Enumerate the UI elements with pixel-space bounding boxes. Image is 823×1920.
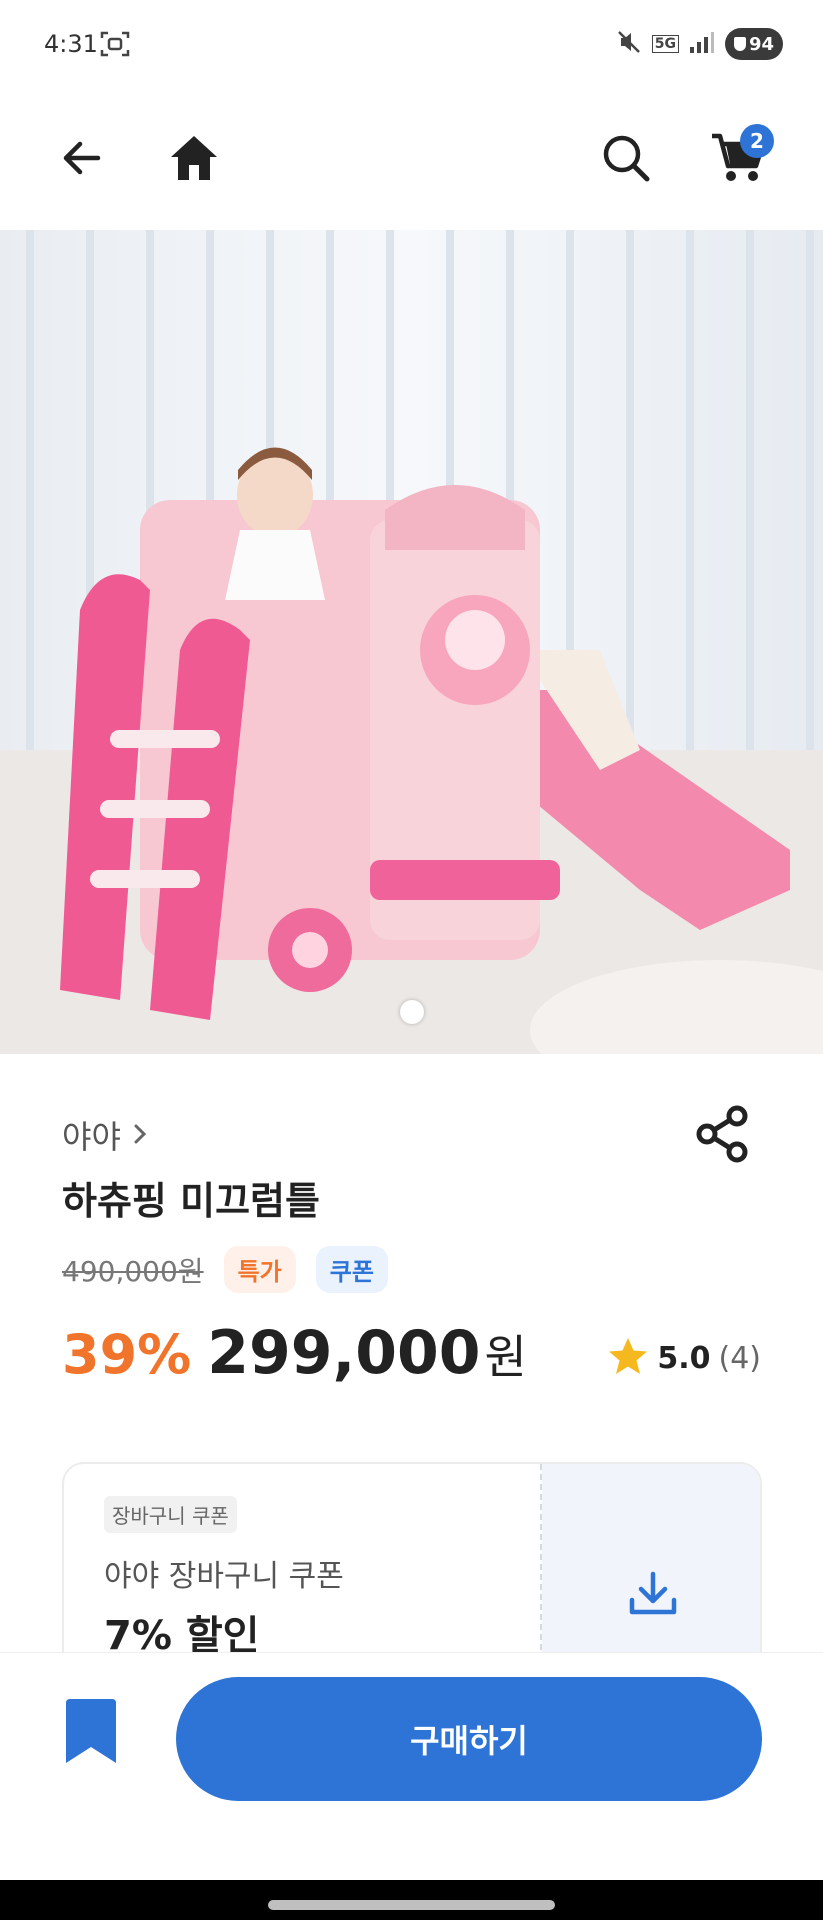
home-button[interactable]	[162, 128, 226, 192]
brand-name: 야야	[62, 1118, 121, 1156]
share-button[interactable]	[693, 1104, 753, 1164]
coupon-card: 장바구니 쿠폰 야야 장바구니 쿠폰 7% 할인	[62, 1462, 762, 1672]
status-icons: 5G 94	[616, 28, 783, 60]
coupon-details: 장바구니 쿠폰 야야 장바구니 쿠폰 7% 할인	[64, 1464, 542, 1670]
search-icon	[600, 132, 652, 188]
sale-price: 299,000	[207, 1318, 481, 1388]
battery-level: 94	[748, 33, 775, 55]
mute-icon	[616, 29, 642, 59]
share-icon	[693, 1105, 753, 1168]
bottom-action-bar: 구매하기	[0, 1652, 823, 1880]
carousel-indicator-dot	[400, 1000, 424, 1024]
special-price-tag: 특가	[223, 1246, 296, 1293]
coupon-name: 야야 장바구니 쿠폰	[104, 1559, 344, 1594]
home-icon	[168, 133, 220, 187]
back-button[interactable]	[50, 128, 114, 192]
app-header: 2	[0, 94, 823, 230]
bookmark-icon	[62, 1699, 120, 1771]
download-icon	[628, 1570, 678, 1622]
price-row: 39% 299,000 원	[62, 1318, 527, 1388]
star-icon	[607, 1336, 649, 1380]
product-image-carousel[interactable]	[0, 230, 823, 1054]
screenshot-icon	[100, 30, 130, 62]
bookmark-button[interactable]	[62, 1697, 120, 1767]
currency-unit: 원	[484, 1330, 527, 1384]
review-count: (4)	[718, 1340, 762, 1376]
shield-icon	[733, 37, 746, 51]
chevron-right-icon	[131, 1116, 149, 1154]
product-image	[0, 230, 823, 1054]
back-arrow-icon	[58, 134, 106, 186]
coupon-type-chip: 장바구니 쿠폰	[104, 1496, 237, 1533]
search-button[interactable]	[594, 128, 658, 192]
rating-score: 5.0	[657, 1340, 711, 1376]
home-gesture-handle[interactable]	[268, 1900, 555, 1910]
product-title: 하츄핑 미끄럼틀	[62, 1179, 320, 1223]
coupon-tag: 쿠폰	[315, 1246, 388, 1293]
network-5g: 5G	[651, 35, 679, 53]
original-price: 490,000원	[62, 1254, 204, 1288]
rating[interactable]: 5.0 (4)	[607, 1336, 761, 1380]
buy-button[interactable]: 구매하기	[176, 1677, 762, 1801]
status-bar: 4:31 5G 94	[0, 0, 823, 94]
original-price-row: 490,000원 특가 쿠폰	[62, 1246, 388, 1293]
coupon-download-button[interactable]	[542, 1464, 760, 1670]
discount-rate: 39%	[62, 1323, 192, 1386]
signal-icon	[689, 30, 715, 58]
battery-indicator: 94	[725, 28, 783, 60]
cart-button[interactable]: 2	[706, 124, 774, 192]
status-time: 4:31	[44, 30, 98, 58]
brand-link[interactable]: 야야	[62, 1112, 149, 1158]
cart-count-badge: 2	[740, 124, 774, 158]
